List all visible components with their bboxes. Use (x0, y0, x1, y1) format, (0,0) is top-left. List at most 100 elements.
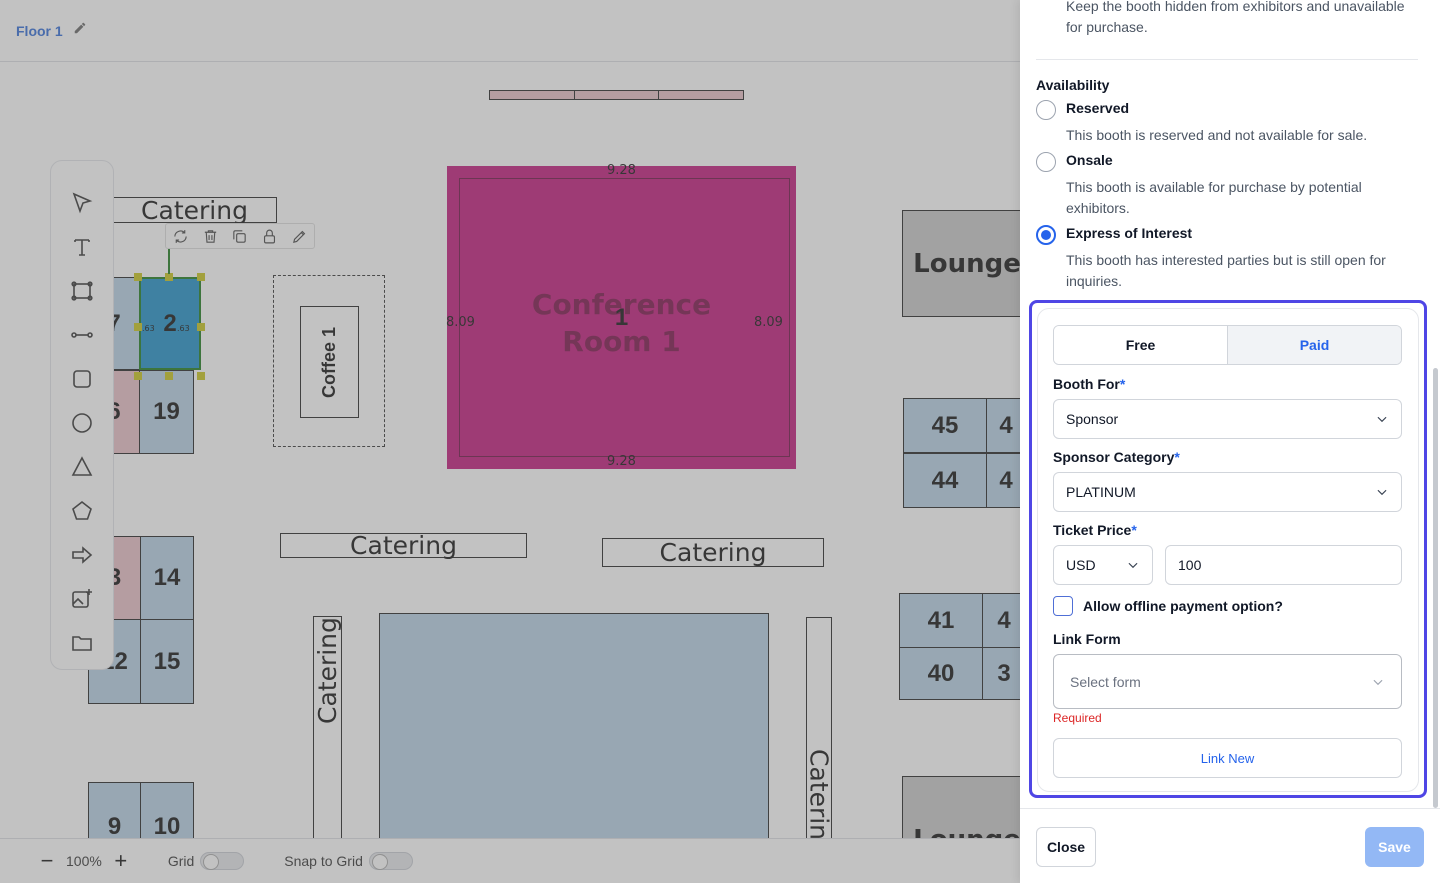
canvas-controls: − 100% + Grid Snap to Grid (0, 838, 1020, 883)
folder-tool[interactable] (62, 621, 102, 665)
close-button[interactable]: Close (1036, 827, 1096, 867)
snap-toggle[interactable] (368, 852, 413, 870)
edit-pencil-icon[interactable] (73, 21, 87, 40)
resize-handle[interactable] (134, 372, 142, 380)
currency-select[interactable]: USD (1053, 545, 1153, 585)
offline-payment-checkbox[interactable] (1053, 596, 1073, 616)
select-tool[interactable] (62, 181, 102, 225)
link-form-select[interactable]: Select form (1053, 654, 1402, 709)
rotate-icon[interactable] (172, 228, 189, 245)
polygon-tool[interactable] (62, 269, 102, 313)
conference-room[interactable]: Conference Room 1 1 (447, 166, 796, 469)
image-tool[interactable] (62, 577, 102, 621)
pricing-type-toggle: Free Paid (1053, 325, 1402, 365)
resize-handle[interactable] (197, 273, 205, 281)
radio-button-selected[interactable] (1036, 225, 1056, 245)
free-option[interactable]: Free (1054, 326, 1228, 364)
booth[interactable]: 41 (899, 593, 983, 648)
resize-handle[interactable] (197, 323, 205, 331)
catering-area[interactable]: Catering (112, 196, 277, 225)
hall-area[interactable] (379, 613, 769, 838)
line-tool[interactable] (62, 313, 102, 357)
resize-handle[interactable] (197, 372, 205, 380)
booth[interactable]: 19 (139, 370, 194, 454)
arrow-right-icon (72, 546, 93, 564)
radio-reserved[interactable]: Reserved (1036, 100, 1129, 120)
floorplan-canvas[interactable]: Catering 7 2 6 19 .63 .63 Coffee 1 Confe… (0, 62, 1020, 838)
booth-number: 44 (931, 466, 959, 494)
coffee-station[interactable]: Coffee 1 (300, 306, 359, 418)
resize-handle[interactable] (165, 372, 173, 380)
link-new-button[interactable]: Link New (1053, 738, 1402, 778)
radio-express-of-interest[interactable]: Express of Interest (1036, 225, 1192, 245)
booth[interactable]: 44 (903, 453, 987, 508)
booth[interactable]: 4 (986, 398, 1020, 453)
booth-number: 3 (997, 659, 1011, 687)
booth-for-select[interactable]: Sponsor (1053, 399, 1402, 439)
save-button[interactable]: Save (1365, 827, 1424, 867)
dimension-label: .63 (142, 324, 155, 333)
resize-handle[interactable] (134, 323, 142, 331)
booth-number: 9 (107, 813, 122, 838)
divider (1036, 59, 1418, 60)
radio-desc: This booth has interested parties but is… (1066, 252, 1386, 289)
catering-area[interactable]: Catering (805, 617, 834, 838)
booth-number: 41 (927, 606, 955, 634)
radio-label: Express of Interest (1066, 225, 1193, 241)
zoom-in-button[interactable]: + (112, 850, 130, 872)
catering-area[interactable]: Catering (313, 616, 342, 838)
dimension-label: 8.09 (754, 315, 783, 330)
price-input[interactable]: 100 (1165, 545, 1402, 585)
resize-handle[interactable] (134, 273, 142, 281)
booth[interactable] (658, 90, 744, 100)
grid-toggle[interactable] (200, 852, 245, 870)
resize-handle[interactable] (165, 273, 173, 281)
booth[interactable]: 3 (982, 647, 1020, 700)
floor-name[interactable]: Floor 1 (16, 23, 63, 39)
booth-settings-panel: Keep the booth hidden from exhibitors an… (1020, 0, 1440, 883)
catering-area[interactable]: Catering (280, 531, 527, 560)
zoom-out-button[interactable]: − (38, 850, 56, 872)
conference-number: 1 (614, 304, 629, 331)
coffee-label: Coffee 1 (319, 326, 339, 398)
pricing-card: Free Paid Booth For* Sponsor Sponsor Cat… (1037, 308, 1419, 792)
catering-area[interactable]: Catering (602, 538, 824, 567)
booth-number: 2 (163, 309, 177, 337)
booth[interactable] (574, 90, 659, 100)
text-tool[interactable] (62, 225, 102, 269)
lock-icon[interactable] (261, 228, 278, 245)
duplicate-icon[interactable] (231, 228, 248, 245)
trash-icon[interactable] (202, 228, 219, 245)
lounge-label: Lounge (913, 248, 1020, 279)
booth[interactable] (489, 90, 575, 100)
paid-option[interactable]: Paid (1228, 326, 1401, 364)
booth[interactable]: 14 (140, 536, 194, 620)
booth[interactable]: 4 (982, 593, 1020, 648)
booth-number: 19 (153, 398, 180, 425)
lounge-area[interactable]: Lounge (902, 210, 1020, 317)
input-value: 100 (1178, 557, 1202, 573)
booth[interactable]: 40 (899, 647, 983, 700)
circle-tool[interactable] (62, 401, 102, 445)
pentagon-tool[interactable] (62, 489, 102, 533)
pencil-icon[interactable] (291, 228, 308, 245)
booth[interactable]: 9 (88, 782, 141, 838)
booth[interactable]: 15 (140, 619, 194, 704)
rectangle-tool[interactable] (62, 357, 102, 401)
booth[interactable]: 10 (140, 782, 194, 838)
lounge-label: Lounge (913, 825, 1020, 838)
lounge-area[interactable]: Lounge (902, 776, 1020, 838)
scrollbar[interactable] (1433, 368, 1438, 808)
radio-button[interactable] (1036, 152, 1056, 172)
label-text: Sponsor Category (1053, 449, 1175, 465)
sponsor-category-select[interactable]: PLATINUM (1053, 472, 1402, 512)
radio-button[interactable] (1036, 100, 1056, 120)
panel-footer: Close Save (1020, 808, 1440, 883)
arrow-tool[interactable] (62, 533, 102, 577)
radio-onsale[interactable]: Onsale (1036, 152, 1113, 172)
triangle-tool[interactable] (62, 445, 102, 489)
booth[interactable]: 4 (986, 453, 1020, 508)
booth[interactable]: 45 (903, 398, 987, 453)
sponsor-category-label: Sponsor Category* (1053, 449, 1180, 465)
offline-payment-label: Allow offline payment option? (1083, 598, 1283, 614)
